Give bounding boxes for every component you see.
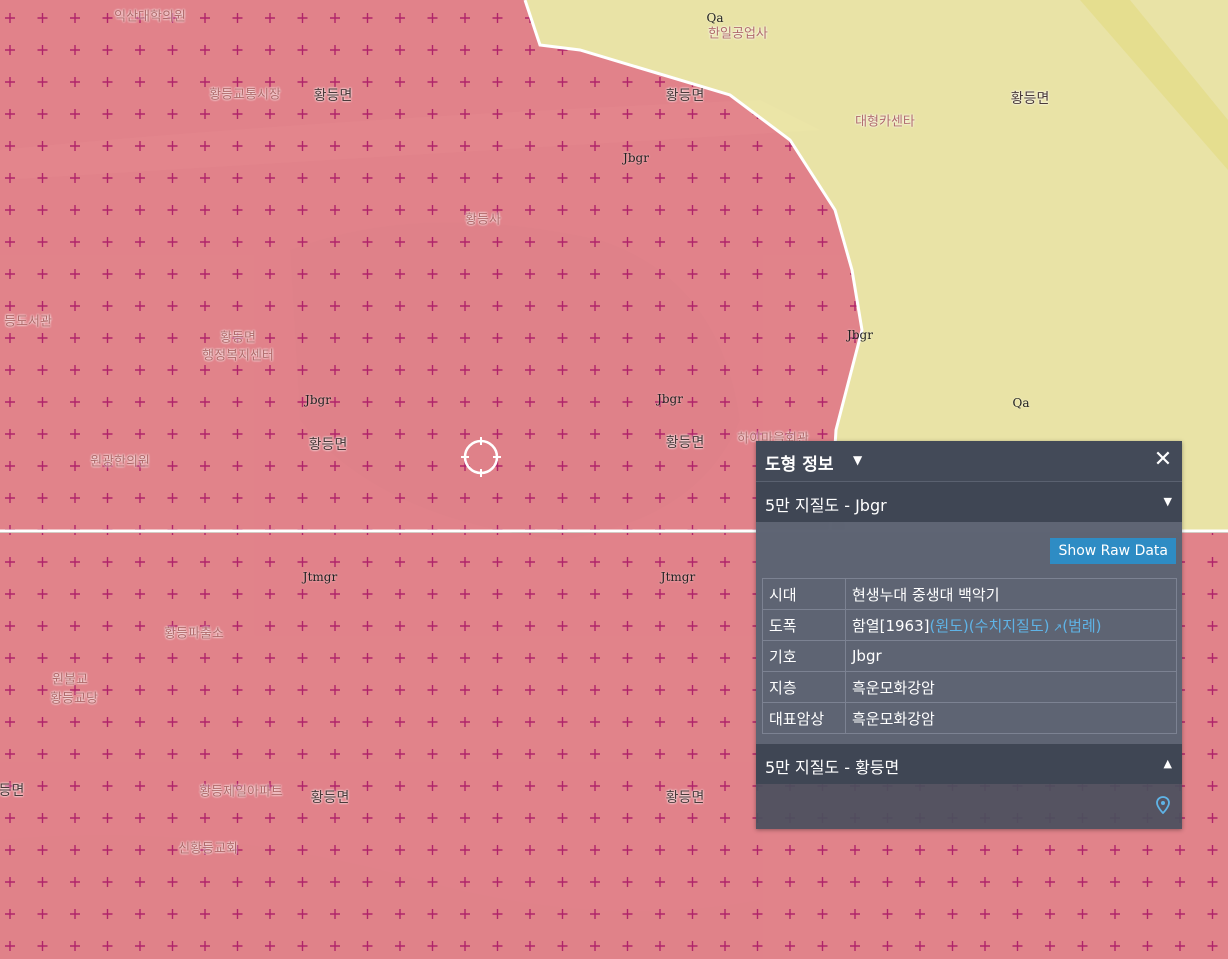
section-label: 5만 지질도 - Jbgr <box>765 496 887 515</box>
poi-label: 행정복지센터 <box>202 348 274 364</box>
poi-label: 대형카센타 <box>855 114 915 130</box>
attr-key: 대표암상 <box>762 702 846 734</box>
geology-code-label: Jbgr <box>657 392 683 406</box>
poi-label: 황등파출소 <box>164 626 224 642</box>
attr-key: 지층 <box>762 671 846 703</box>
geology-code-label: Qa <box>706 11 724 25</box>
poi-label: 황등사 <box>465 212 501 228</box>
geology-code-label: Qa <box>1012 396 1030 410</box>
place-label: 황등면 <box>308 437 348 453</box>
panel-header: 도형 정보 ▼ ✕ <box>756 441 1182 482</box>
attr-key: 도폭 <box>762 609 846 641</box>
place-label: 황등면 <box>313 88 353 104</box>
geology-code-label: Jtmgr <box>660 570 696 584</box>
attr-value: 함열[1963] <box>852 616 930 635</box>
section-body-hwangdeung <box>756 784 1182 828</box>
attr-value: 현생누대 중생대 백악기 <box>845 578 1177 610</box>
poi-label: 황등면 <box>220 330 256 346</box>
show-raw-data-button[interactable]: Show Raw Data <box>1050 538 1176 564</box>
geology-code-label: Jbgr <box>623 151 649 165</box>
shape-info-panel: 도형 정보 ▼ ✕ 5만 지질도 - Jbgr ▼ Show Raw Data … <box>756 441 1182 829</box>
poi-label: 황등교통시장 <box>209 87 281 103</box>
attr-key: 시대 <box>762 578 846 610</box>
legend-link[interactable]: (범례) <box>1062 617 1101 635</box>
table-row: 지층 흑운모화강암 <box>762 671 1177 703</box>
location-pin-icon[interactable] <box>1156 796 1170 814</box>
caret-up-icon: ▲ <box>1163 757 1172 770</box>
place-label: 황등면 <box>665 790 705 806</box>
attr-value: Jbgr <box>845 640 1177 672</box>
place-label: 황등면 <box>665 88 705 104</box>
table-row: 대표암상 흑운모화강암 <box>762 702 1177 734</box>
table-row: 시대 현생누대 중생대 백악기 <box>762 578 1177 610</box>
section-label: 5만 지질도 - 황등면 <box>765 758 900 777</box>
poi-label: 황등교당 <box>50 691 98 707</box>
geology-code-label: Jbgr <box>305 393 331 407</box>
place-label: 황등면 <box>0 783 25 799</box>
section-header-hwangdeung[interactable]: 5만 지질도 - 황등면 ▲ <box>756 744 1182 784</box>
poi-label: 원광한의원 <box>90 454 150 470</box>
close-button[interactable]: ✕ <box>1152 449 1174 471</box>
poi-label: 한일공업사 <box>708 26 768 42</box>
original-map-link[interactable]: (원도) <box>929 617 968 635</box>
section-header-jbgr[interactable]: 5만 지질도 - Jbgr ▼ <box>756 482 1182 522</box>
table-row: 도폭 함열[1963](원도)(수치지질도) ↗(범례) <box>762 609 1177 641</box>
poi-label: 익산대학의원 <box>114 9 186 25</box>
geology-code-label: Jbgr <box>847 328 873 342</box>
poi-label: 등도서관 <box>4 314 52 330</box>
poi-label: 원불교 <box>52 672 88 688</box>
attr-value-map-sheet: 함열[1963](원도)(수치지질도) ↗(범례) <box>845 609 1177 641</box>
attr-value: 흑운모화강암 <box>845 671 1177 703</box>
place-label: 황등면 <box>1010 91 1050 107</box>
section-body-jbgr: Show Raw Data 시대 현생누대 중생대 백악기 도폭 함열[1963… <box>756 522 1182 744</box>
poi-label: 황등제일아파트 <box>199 784 283 800</box>
attribute-table: 시대 현생누대 중생대 백악기 도폭 함열[1963](원도)(수치지질도) ↗… <box>762 578 1177 734</box>
attr-key: 기호 <box>762 640 846 672</box>
place-label: 황등면 <box>310 790 350 806</box>
digital-geomap-link[interactable]: (수치지질도) <box>969 617 1050 635</box>
panel-title: 도형 정보 <box>765 455 834 475</box>
poi-label: 신황등교회 <box>178 841 238 857</box>
caret-down-icon[interactable]: ▼ <box>853 453 862 467</box>
attr-value: 흑운모화강암 <box>845 702 1177 734</box>
geology-code-label: Jtmgr <box>302 570 338 584</box>
caret-down-icon: ▼ <box>1163 495 1172 508</box>
external-link-icon[interactable]: ↗ <box>1050 621 1062 634</box>
crosshair-icon[interactable] <box>461 437 501 477</box>
table-row: 기호 Jbgr <box>762 640 1177 672</box>
place-label: 황등면 <box>665 435 705 451</box>
